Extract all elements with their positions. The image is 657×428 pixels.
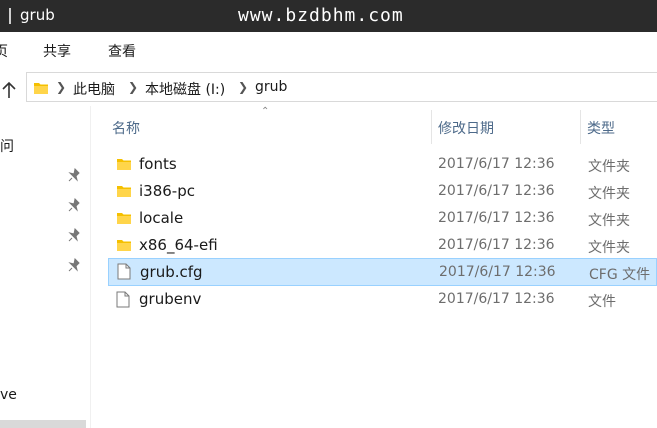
- navigation-pane: 问 ve: [0, 106, 91, 428]
- file-modified: 2017/6/17 12:36: [438, 210, 555, 226]
- window-title: grub: [20, 6, 55, 24]
- file-type: 文件夹: [588, 186, 630, 202]
- folder-icon: [117, 186, 131, 197]
- tab-view[interactable]: 查看: [108, 41, 136, 61]
- file-modified: 2017/6/17 12:36: [438, 183, 555, 199]
- ribbon-tabs: 页 共享 查看: [0, 32, 657, 68]
- file-modified: 2017/6/17 12:36: [438, 291, 555, 307]
- folder-icon: [117, 240, 131, 251]
- pin-icon[interactable]: [68, 228, 82, 242]
- column-header-name-label: 名称: [112, 121, 140, 137]
- file-type: 文件夹: [588, 240, 630, 256]
- file-row-grub-cfg[interactable]: grub.cfg 2017/6/17 12:36 CFG 文件: [108, 258, 657, 286]
- file-name: x86_64-efi: [139, 236, 218, 254]
- file-row-i386-pc[interactable]: i386-pc 2017/6/17 12:36 文件夹: [108, 178, 657, 204]
- tab-home[interactable]: 页: [0, 41, 8, 61]
- file-icon: [116, 291, 130, 308]
- file-name: grubenv: [139, 290, 202, 308]
- watermark-text: www.bzdbhm.com: [238, 5, 404, 26]
- file-name: fonts: [139, 155, 177, 173]
- chevron-right-icon: ❯: [238, 80, 249, 94]
- pin-icon[interactable]: [68, 198, 82, 212]
- file-modified: 2017/6/17 12:36: [438, 156, 555, 172]
- folder-icon: [117, 159, 131, 170]
- file-row-grubenv[interactable]: grubenv 2017/6/17 12:36 文件: [108, 286, 657, 312]
- breadcrumb-this-pc[interactable]: 此电脑: [73, 79, 115, 99]
- nav-scrollbar[interactable]: [0, 420, 86, 428]
- navigation-bar: ❯ 此电脑 ❯ 本地磁盘 (I:) ❯ grub: [0, 68, 657, 106]
- file-row-fonts[interactable]: fonts 2017/6/17 12:36 文件夹: [108, 151, 657, 177]
- file-name: grub.cfg: [140, 263, 203, 281]
- file-type: 文件: [588, 294, 616, 310]
- pin-icon[interactable]: [68, 258, 82, 272]
- file-name: locale: [139, 209, 184, 227]
- address-bar[interactable]: ❯ 此电脑 ❯ 本地磁盘 (I:) ❯ grub: [26, 72, 657, 102]
- title-bar: grub www.bzdbhm.com: [0, 0, 657, 32]
- chevron-right-icon: ❯: [128, 80, 139, 94]
- column-header-type[interactable]: 类型: [581, 106, 657, 144]
- up-arrow-icon: [2, 81, 16, 98]
- nav-item-onedrive[interactable]: ve: [0, 387, 17, 403]
- column-header-modified-label: 修改日期: [438, 121, 494, 137]
- file-modified: 2017/6/17 12:36: [438, 237, 555, 253]
- breadcrumb-local-disk[interactable]: 本地磁盘 (I:): [145, 79, 225, 99]
- file-modified: 2017/6/17 12:36: [439, 264, 556, 280]
- folder-icon: [117, 213, 131, 224]
- chevron-right-icon: ❯: [56, 80, 67, 94]
- file-type: 文件夹: [588, 159, 630, 175]
- column-header-name[interactable]: 名称: [108, 106, 430, 144]
- nav-item-quick-access[interactable]: 问: [0, 136, 14, 156]
- column-header-type-label: 类型: [587, 121, 615, 137]
- folder-icon: [34, 83, 48, 94]
- file-type: CFG 文件: [589, 267, 651, 283]
- file-icon: [117, 263, 131, 280]
- file-row-locale[interactable]: locale 2017/6/17 12:36 文件夹: [108, 205, 657, 231]
- window-icon: [9, 8, 11, 24]
- up-button[interactable]: [0, 78, 20, 100]
- file-type: 文件夹: [588, 213, 630, 229]
- pin-icon[interactable]: [68, 168, 82, 182]
- column-header-modified[interactable]: 修改日期: [432, 106, 580, 144]
- file-name: i386-pc: [139, 182, 195, 200]
- file-row-x86-64-efi[interactable]: x86_64-efi 2017/6/17 12:36 文件夹: [108, 232, 657, 258]
- breadcrumb-grub[interactable]: grub: [255, 79, 287, 95]
- tab-share[interactable]: 共享: [43, 41, 71, 61]
